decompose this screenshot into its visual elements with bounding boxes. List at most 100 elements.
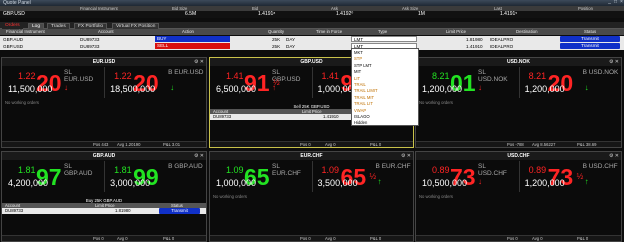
- buy-side[interactable]: B EUR.CHF 1.09 65 ½ 3,500,000 ↑: [316, 161, 413, 192]
- ocol-action: Action: [182, 29, 194, 34]
- bid-size: 1,000,000: [216, 178, 257, 188]
- ask-size: 18,500,000: [110, 84, 156, 94]
- quote-bid[interactable]: 1.4191⁸: [258, 11, 275, 18]
- no-working-orders: No working orders: [419, 194, 453, 199]
- buy-side[interactable]: B EUR.USD 1.22 20 18,500,000 ↓: [108, 67, 206, 98]
- order-tif[interactable]: DAY: [286, 43, 295, 50]
- quote-ask-size: 1M: [418, 11, 425, 17]
- position-bar: Pos 0 Avg 0 P&L 0: [210, 141, 413, 147]
- dropdown-item[interactable]: TRAIL MIT: [354, 95, 374, 100]
- order-quantity[interactable]: 25K: [272, 36, 280, 43]
- bid-prefix: 1.41: [226, 71, 244, 81]
- currency-panel: EUR.USD ⚙ ✕ SL EUR.USD 1.22 20 11,500,000…: [1, 57, 207, 148]
- panel-menu-icon[interactable]: ⚙ ✕: [194, 59, 204, 65]
- ocol-status: Status: [584, 29, 597, 34]
- dropdown-item[interactable]: STP: [354, 56, 362, 61]
- buy-side[interactable]: B GBP.AUD 1.81 99 3,000,000: [108, 161, 206, 192]
- order-account[interactable]: DU89733: [80, 36, 99, 43]
- panel-title: EUR.USD: [2, 58, 206, 66]
- dropdown-item[interactable]: MIT: [354, 69, 361, 74]
- dropdown-item[interactable]: Hidden: [354, 120, 367, 125]
- order-account[interactable]: DU89733: [80, 43, 99, 50]
- order-limit-price[interactable]: 1.81980: [466, 36, 483, 43]
- panel-title: EUR.CHF: [210, 152, 413, 160]
- ask-arrow-icon: ↓: [170, 83, 175, 92]
- position-pl: P&L 38.69: [577, 142, 597, 147]
- position-bar: Pos 0 Avg 0 P&L 0: [2, 235, 206, 241]
- dropdown-item[interactable]: ISLAGO: [354, 114, 370, 119]
- minimize-icon[interactable]: _: [607, 0, 612, 5]
- ticket-limit-price[interactable]: 1.81980: [115, 208, 131, 214]
- sell-side[interactable]: SL EUR.CHF 1.09 65 1,000,000: [210, 161, 307, 192]
- ask-fraction: ½: [576, 172, 584, 181]
- buy-side[interactable]: B USD.CHF 0.89 73 ½ 1,200,000 ↑: [523, 161, 621, 192]
- transmit-button[interactable]: Transmit: [560, 36, 620, 42]
- order-row[interactable]: GBP.AUD DU89733 BUY 25K DAY LMT 1.81980 …: [0, 36, 624, 43]
- dropdown-item[interactable]: MKT: [354, 50, 363, 55]
- ocol-account: Account: [98, 29, 114, 34]
- dropdown-item[interactable]: LIT: [354, 76, 360, 81]
- panel-divider: [104, 161, 105, 192]
- no-working-orders: No working orders: [419, 100, 453, 105]
- order-quantity[interactable]: 25K: [272, 43, 280, 50]
- ticket-account[interactable]: DU89733: [213, 114, 231, 120]
- order-tif[interactable]: DAY: [286, 36, 295, 43]
- maximize-icon[interactable]: □: [613, 0, 618, 5]
- ticket-account[interactable]: DU89733: [5, 208, 23, 214]
- ticket-limit-price[interactable]: 1.41910: [323, 114, 339, 120]
- ask-prefix: 1.41: [321, 71, 340, 81]
- quote-row[interactable]: GBP.USD 6.5M 1.4191⁸ 1.4192⁰ 1M 1.4191⁵: [0, 11, 624, 18]
- panel-title: USD.NOK: [416, 58, 621, 66]
- panel-menu-icon[interactable]: ⚙ ✕: [609, 59, 619, 65]
- buy-side[interactable]: B USD.NOK 8.21 20 1,200,000 ↓: [523, 67, 621, 98]
- position-pl: P&L 0: [577, 236, 589, 241]
- ocol-tif: Time in Force: [316, 29, 343, 34]
- panel-menu-icon[interactable]: ⚙ ✕: [194, 153, 204, 159]
- panel-menu-icon[interactable]: ⚙ ✕: [401, 153, 411, 159]
- sell-side[interactable]: SL USD.CHF 0.89 73 10,500,000 ↓: [416, 161, 514, 192]
- ocol-destination: Destination: [516, 29, 538, 34]
- position-avg: Avg 8.56227: [532, 142, 556, 147]
- ask-arrow-icon: ↑: [584, 177, 589, 186]
- bid-arrow-icon: ↑: [272, 83, 276, 92]
- tab-bar: Orders Log Trades FX Portfolio Virtual F…: [0, 22, 624, 29]
- position-avg: Avg 1.20190: [117, 142, 141, 147]
- bid-prefix: 8.21: [432, 71, 450, 81]
- order-type-dropdown[interactable]: MKT STP STP LMT MIT LIT TRAIL TRAIL LIMIT TRAIL…: [351, 48, 419, 126]
- bid-size: 11,500,000: [8, 84, 53, 94]
- close-icon[interactable]: ×: [619, 0, 624, 5]
- panel-menu-icon[interactable]: ⚙ ✕: [609, 153, 619, 159]
- order-limit-price[interactable]: 1.41910: [466, 43, 483, 50]
- transmit-button[interactable]: Transmit: [560, 43, 620, 49]
- ticket-row[interactable]: DU89733 1.81980 Transmit: [2, 208, 206, 214]
- dropdown-item[interactable]: TRAIL LIMIT: [354, 88, 378, 93]
- ask-size: 3,000,000: [110, 178, 151, 188]
- currency-panel: EUR.CHF ⚙ ✕ SL EUR.CHF 1.09 65 1,000,000 …: [209, 151, 414, 242]
- quote-ask[interactable]: 1.4192⁰: [336, 11, 353, 18]
- order-row[interactable]: GBP.USD DU89733 SELL 25K DAY LMT 1.41910…: [0, 43, 624, 50]
- dropdown-item[interactable]: STP LMT: [354, 63, 372, 68]
- buy-label: B USD.CHF: [582, 163, 618, 170]
- sell-side[interactable]: SL USD.NOK 8.21 01 1,200,000 ↓: [416, 67, 514, 98]
- sell-side[interactable]: SL GBP.USD 1.41 91 ½ 6,500,000 ↑: [210, 67, 307, 98]
- position-bar: Pos 0 Avg 0 P&L 0: [210, 235, 413, 241]
- sell-side[interactable]: SL EUR.USD 1.22 20 11,500,000 ↓: [2, 67, 100, 98]
- sell-label: SL EUR.CHF: [272, 163, 301, 177]
- quote-instrument: GBP.USD: [3, 11, 25, 17]
- position-qty: Pos 0: [300, 142, 311, 147]
- order-action[interactable]: SELL: [155, 43, 230, 49]
- order-type[interactable]: LMT: [351, 36, 417, 42]
- position-pl: P&L 0: [370, 236, 382, 241]
- quote-bid-size: 6.5M: [185, 11, 197, 17]
- ticket-transmit-button[interactable]: Transmit: [159, 208, 200, 214]
- order-action[interactable]: BUY: [155, 36, 230, 42]
- dropdown-item[interactable]: TRAIL LIT: [354, 101, 373, 106]
- ask-arrow-icon: ↑: [377, 177, 382, 186]
- dropdown-item[interactable]: VWAP: [354, 108, 366, 113]
- position-pl: P&L 0: [163, 236, 175, 241]
- dropdown-item[interactable]: TRAIL: [354, 82, 366, 87]
- sell-side[interactable]: SL GBP.AUD 1.81 97 4,200,000: [2, 161, 100, 192]
- buy-label: B EUR.USD: [168, 69, 204, 76]
- panel-title: USD.CHF: [416, 152, 621, 160]
- position-qty: Pos -788: [507, 142, 524, 147]
